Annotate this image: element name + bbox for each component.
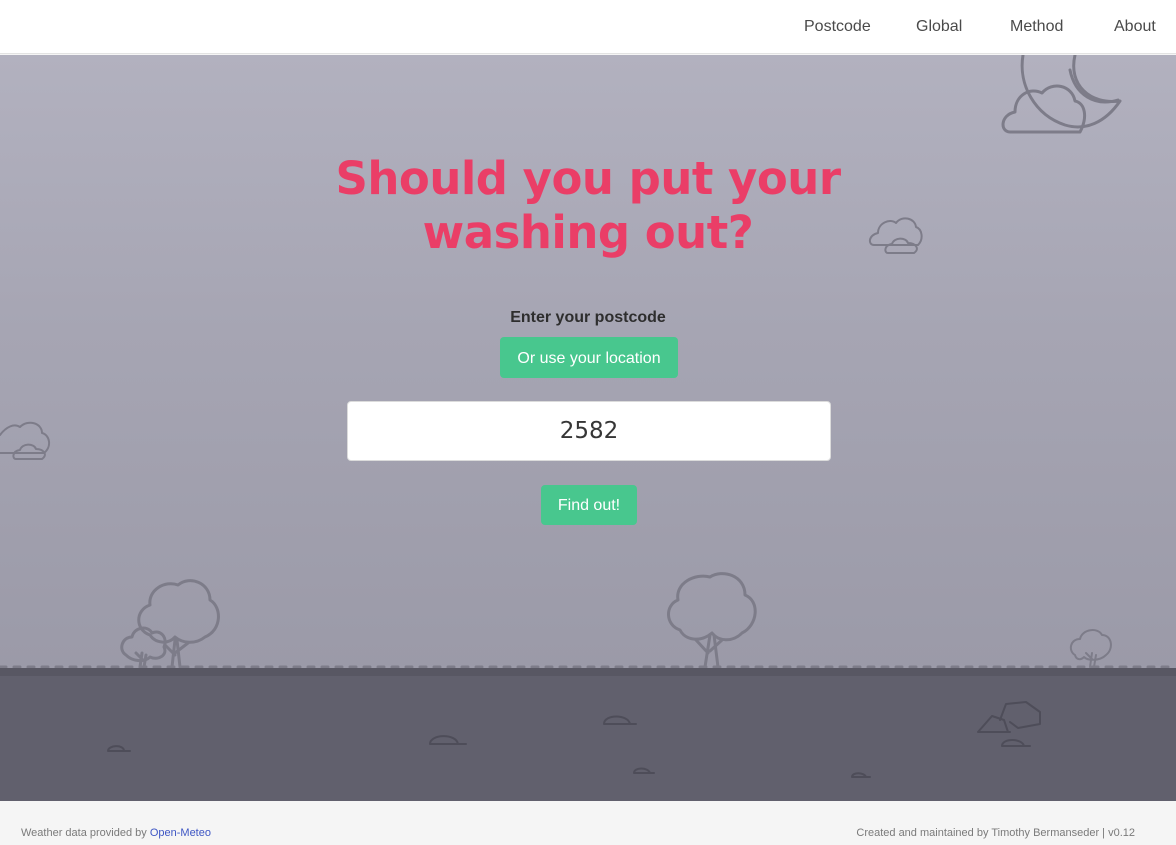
rock-icon <box>851 772 871 778</box>
data-credit: Weather data provided by Open-Meteo <box>21 827 211 839</box>
nav-item-global[interactable]: Global <box>916 17 962 37</box>
rock-icon <box>603 715 637 725</box>
tree-icon <box>667 572 757 668</box>
page-title: Should you put your washing out? <box>335 152 841 259</box>
hero-section: Should you put your washing out? Enter y… <box>0 55 1176 668</box>
nav-item-about[interactable]: About <box>1114 17 1156 37</box>
open-meteo-link[interactable]: Open-Meteo <box>150 827 211 839</box>
postcode-input[interactable] <box>347 401 831 461</box>
rock-icon <box>107 745 131 752</box>
footer: Weather data provided by Open-Meteo Crea… <box>0 801 1176 845</box>
rock-icon <box>633 767 655 774</box>
bush-icon <box>1069 629 1112 668</box>
use-location-button[interactable]: Or use your location <box>500 337 678 378</box>
author-credit: Created and maintained by Timothy Berman… <box>856 827 1135 839</box>
navbar: Postcode Global Method About <box>0 0 1176 54</box>
tree-icon <box>120 579 220 668</box>
data-credit-text: Weather data provided by <box>21 827 147 839</box>
find-out-button[interactable]: Find out! <box>541 485 637 525</box>
rock-icon <box>977 701 1041 747</box>
nav-item-method[interactable]: Method <box>1010 17 1063 37</box>
cloud-icon <box>0 421 50 460</box>
ground-illustration <box>107 701 1041 778</box>
rock-icon <box>429 735 467 745</box>
nav-item-postcode[interactable]: Postcode <box>804 17 871 37</box>
postcode-label: Enter your postcode <box>510 309 666 326</box>
ground <box>0 668 1176 801</box>
